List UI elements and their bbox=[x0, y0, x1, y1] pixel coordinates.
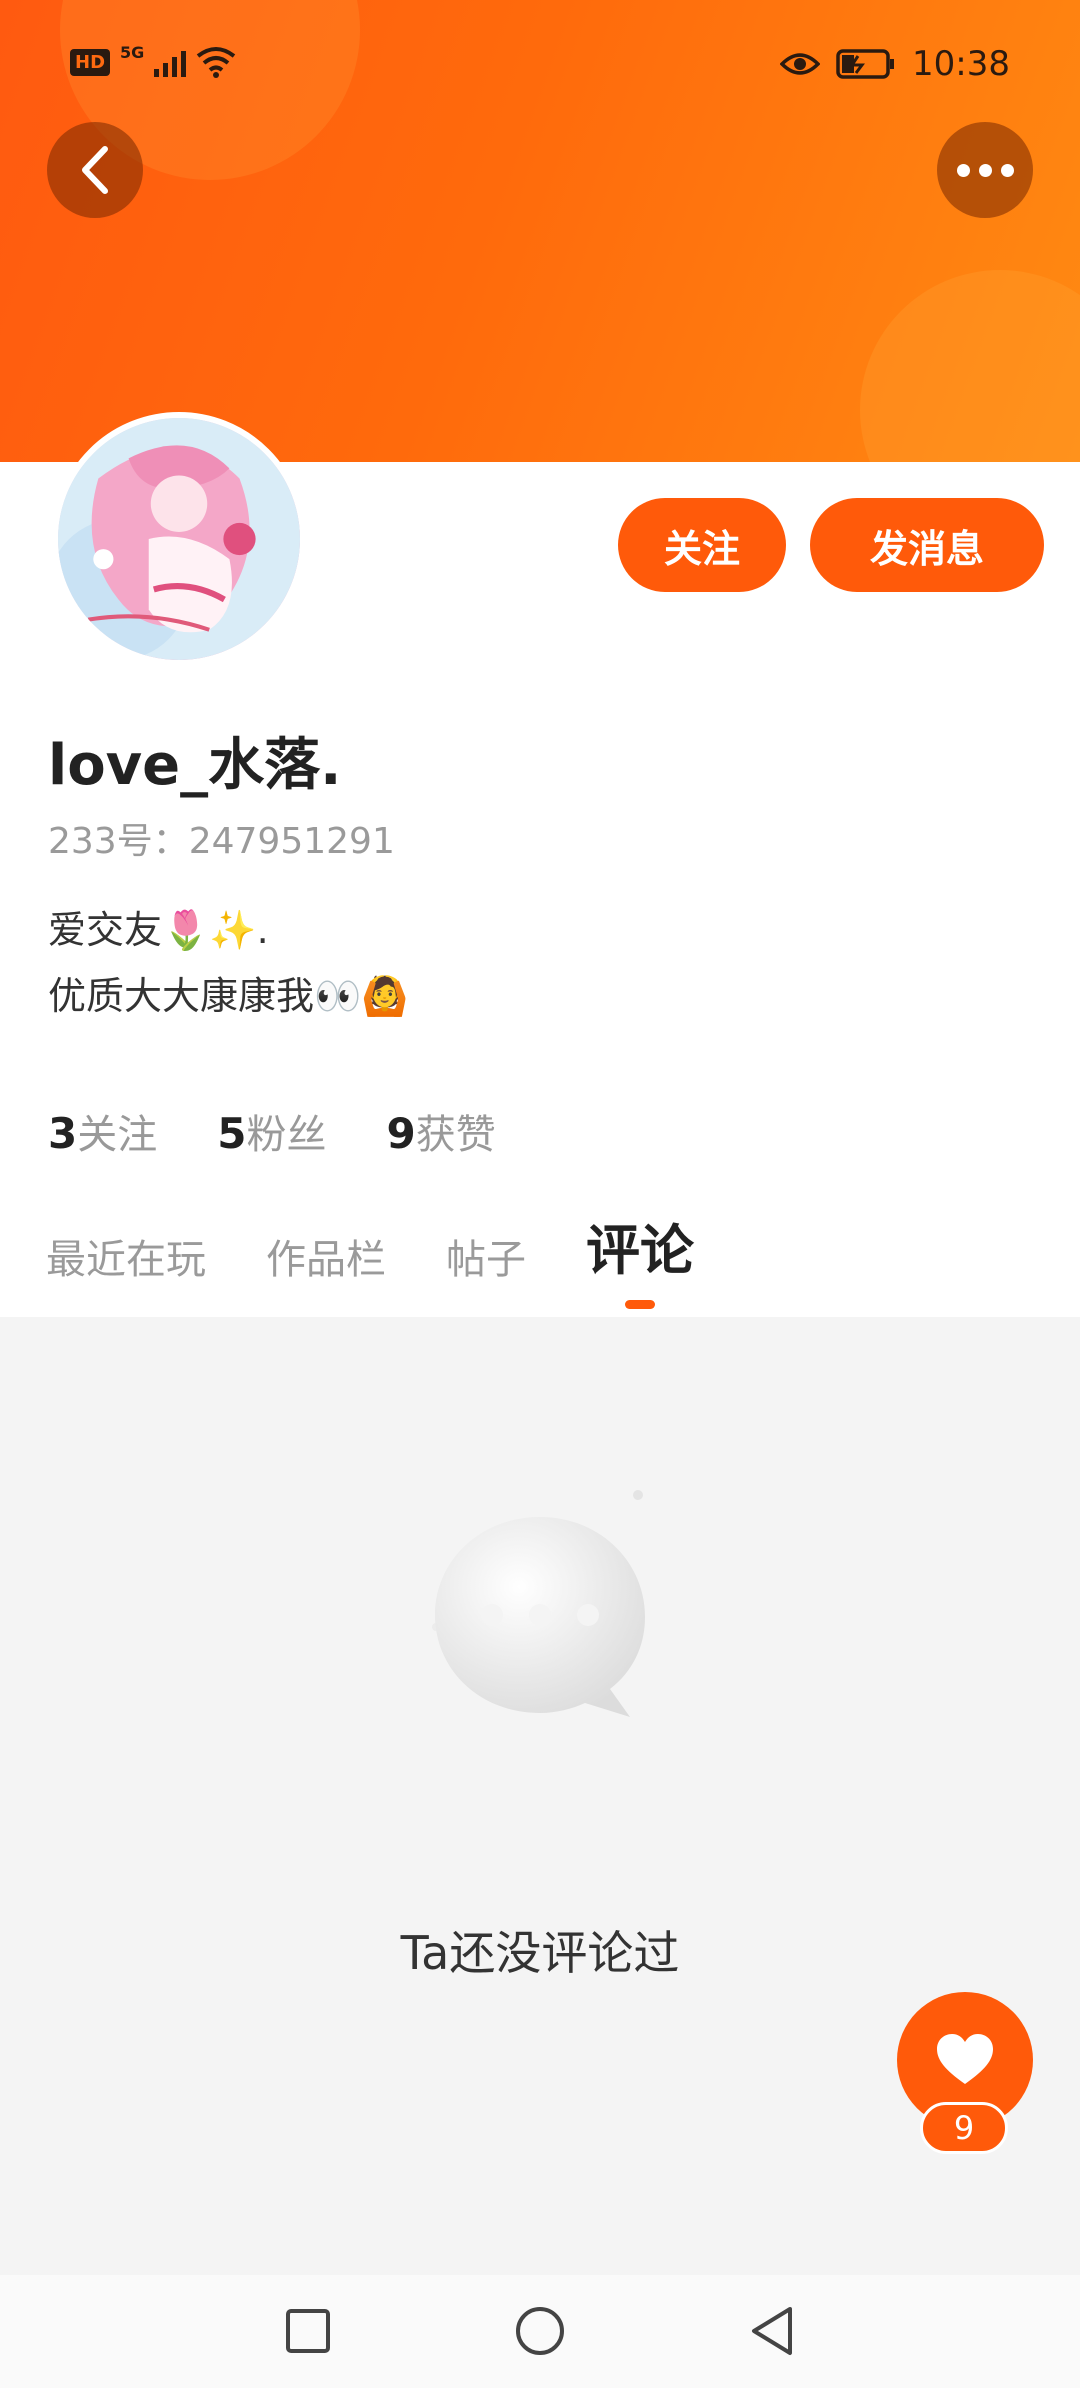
profile-card: 关注 发消息 love_水落. 233号：247951291 爱交友🌷✨. 优质… bbox=[0, 412, 1080, 1317]
heart-icon bbox=[937, 2034, 993, 2084]
profile-banner: HD 5G 10:38 bbox=[0, 0, 1080, 462]
tab-posts[interactable]: 帖子 bbox=[446, 1227, 526, 1297]
wifi-icon bbox=[197, 47, 236, 78]
recent-apps-button[interactable] bbox=[280, 2303, 336, 2359]
eye-icon bbox=[780, 53, 821, 75]
stat-value: 3 bbox=[48, 1109, 78, 1158]
stat-following[interactable]: 3 关注 bbox=[48, 1102, 157, 1160]
stat-likes[interactable]: 9 获赞 bbox=[386, 1102, 495, 1160]
bio-line: 爱交友🌷✨. bbox=[48, 908, 269, 952]
system-back-button[interactable] bbox=[744, 2303, 800, 2359]
comments-empty-state: Ta还没评论过 bbox=[0, 1317, 1080, 2275]
system-nav-bar bbox=[0, 2275, 1080, 2388]
stat-label: 关注 bbox=[77, 1112, 158, 1158]
bio-line: 优质大大康康我👀🙆 bbox=[48, 974, 409, 1018]
bio: 爱交友🌷✨. 优质大大康康我👀🙆 bbox=[48, 897, 409, 1029]
back-button[interactable] bbox=[47, 122, 143, 218]
triangle-back-icon bbox=[752, 2307, 792, 2355]
hd-badge: HD bbox=[70, 48, 111, 76]
profile-stats: 3 关注 5 粉丝 9 获赞 bbox=[48, 1102, 496, 1160]
more-options-button[interactable] bbox=[937, 122, 1033, 218]
stat-followers[interactable]: 5 粉丝 bbox=[217, 1102, 326, 1160]
tab-works[interactable]: 作品栏 bbox=[266, 1227, 386, 1297]
circle-icon bbox=[516, 2307, 564, 2355]
status-bar: HD 5G 10:38 bbox=[0, 0, 1080, 130]
avatar-illustration-icon bbox=[58, 418, 300, 660]
follow-button[interactable]: 关注 bbox=[618, 498, 786, 592]
empty-message: Ta还没评论过 bbox=[400, 1926, 680, 1980]
profile-tabs: 最近在玩 作品栏 帖子 评论 bbox=[46, 1217, 694, 1309]
account-id: 233号：247951291 bbox=[48, 821, 395, 862]
battery-icon bbox=[836, 49, 895, 79]
avatar[interactable] bbox=[52, 412, 306, 666]
clock: 10:38 bbox=[912, 44, 1010, 84]
tab-label: 评论 bbox=[586, 1219, 694, 1282]
chevron-left-icon bbox=[82, 146, 108, 194]
banner-decoration bbox=[860, 270, 1080, 462]
tab-comments[interactable]: 评论 bbox=[586, 1206, 694, 1309]
more-horizontal-icon bbox=[956, 163, 1014, 177]
chat-bubble-icon bbox=[432, 1490, 645, 1717]
square-icon bbox=[286, 2309, 330, 2353]
send-message-button[interactable]: 发消息 bbox=[810, 498, 1044, 592]
network-type: 5G bbox=[120, 42, 145, 62]
tab-recent-played[interactable]: 最近在玩 bbox=[46, 1227, 206, 1297]
stat-value: 9 bbox=[386, 1109, 416, 1158]
like-count-badge: 9 bbox=[920, 2102, 1008, 2154]
signal-icon bbox=[154, 47, 187, 77]
username: love_水落. bbox=[48, 733, 342, 798]
active-tab-indicator bbox=[625, 1300, 655, 1309]
home-button[interactable] bbox=[512, 2303, 568, 2359]
stat-value: 5 bbox=[217, 1109, 247, 1158]
stat-label: 获赞 bbox=[415, 1112, 496, 1158]
stat-label: 粉丝 bbox=[246, 1112, 327, 1158]
